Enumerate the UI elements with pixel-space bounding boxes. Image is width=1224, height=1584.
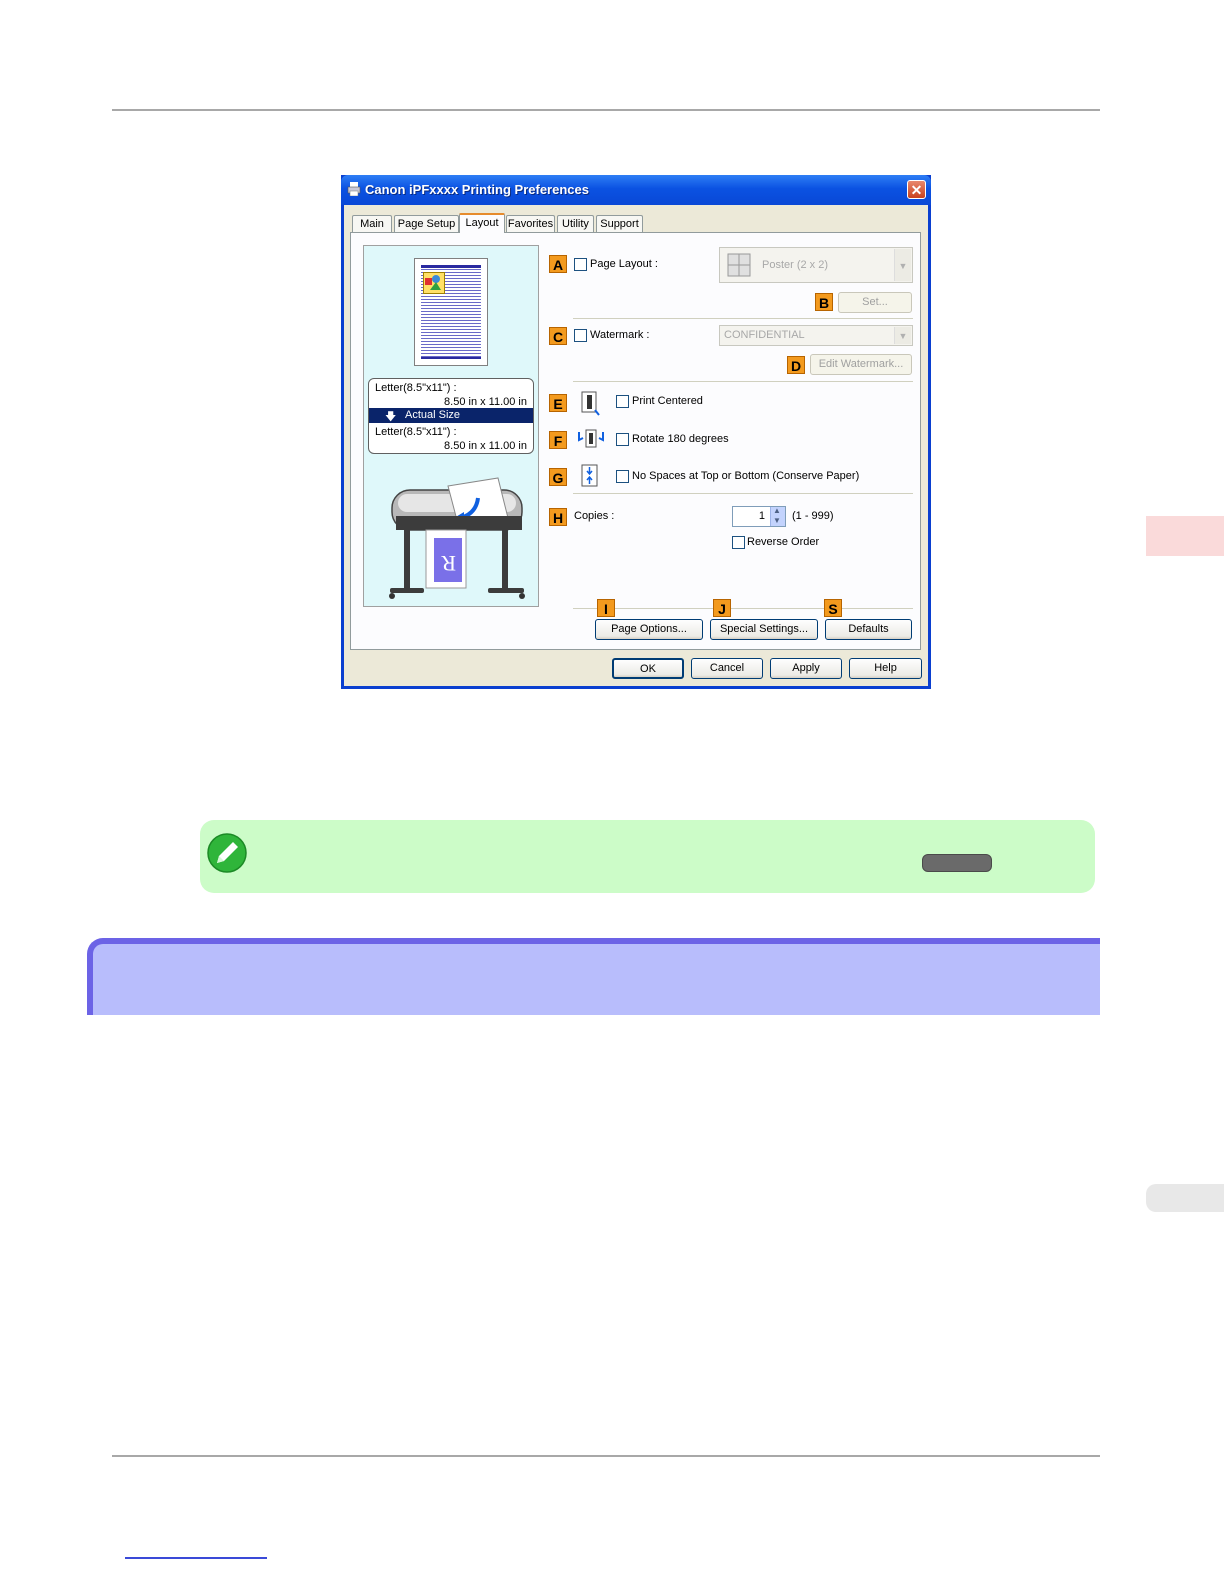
title-bar[interactable]: Canon iPFxxxx Printing Preferences ✕ [341, 175, 931, 205]
shapes-icon [425, 275, 441, 290]
no-spaces-label: No Spaces at Top or Bottom (Conserve Pap… [632, 470, 860, 482]
paper-preview [414, 258, 488, 366]
chevron-down-icon: ▼ [894, 249, 911, 281]
badge-g: G [549, 468, 567, 486]
footer-link[interactable] [125, 1557, 267, 1559]
print-centered-label: Print Centered [632, 395, 703, 407]
page-layout-label: Page Layout : [590, 258, 658, 270]
copies-spinner[interactable]: 1 ▲ ▼ [732, 506, 786, 527]
index-side-tab[interactable] [1146, 1184, 1224, 1212]
page-layout-value: Poster (2 x 2) [762, 259, 829, 271]
print-centered-icon [581, 391, 600, 416]
separator [573, 381, 913, 382]
watermark-value: CONFIDENTIAL [724, 329, 805, 341]
separator [573, 318, 913, 319]
edit-watermark-button[interactable]: Edit Watermark... [810, 354, 912, 375]
tab-main[interactable]: Main [352, 215, 392, 232]
special-settings-button[interactable]: Special Settings... [710, 619, 818, 640]
paper-top-bar [421, 265, 481, 268]
reverse-order-checkbox[interactable] [732, 536, 745, 549]
reverse-order-label: Reverse Order [747, 536, 820, 548]
chapter-side-tab[interactable] [1146, 516, 1224, 556]
input-size-value: 8.50 in x 11.00 in [444, 396, 527, 408]
printer-icon [347, 182, 361, 196]
rotate-180-checkbox[interactable] [616, 433, 629, 446]
badge-e: E [549, 394, 567, 412]
badge-c: C [549, 327, 567, 345]
ok-button[interactable]: OK [612, 658, 684, 679]
badge-s: S [824, 599, 842, 617]
layout-tab-panel: Letter(8.5"x11") : 8.50 in x 11.00 in 🡇 … [350, 232, 921, 650]
set-button[interactable]: Set... [838, 292, 912, 313]
badge-h: H [549, 508, 567, 526]
svg-text:R: R [441, 551, 456, 576]
watermark-select[interactable]: CONFIDENTIAL ▼ [719, 325, 913, 346]
watermark-checkbox[interactable] [574, 329, 587, 342]
dialog-title: Canon iPFxxxx Printing Preferences [365, 182, 589, 197]
down-arrow-icon: 🡇 [385, 411, 397, 423]
badge-a: A [549, 255, 567, 273]
note-box [200, 820, 1095, 893]
close-icon: ✕ [910, 182, 923, 198]
separator [573, 608, 913, 609]
print-centered-checkbox[interactable] [616, 395, 629, 408]
defaults-button[interactable]: Defaults [825, 619, 912, 640]
separator [573, 493, 913, 494]
output-size-value: 8.50 in x 11.00 in [444, 440, 527, 452]
spin-down-icon[interactable]: ▼ [773, 516, 781, 525]
poster-layout-icon [727, 253, 751, 277]
badge-i: I [597, 599, 615, 617]
pencil-note-icon [207, 833, 247, 873]
section-heading-band [87, 938, 1100, 1015]
badge-f: F [549, 431, 567, 449]
copies-range: (1 - 999) [792, 510, 834, 522]
close-button[interactable]: ✕ [907, 180, 926, 199]
tab-layout[interactable]: Layout [459, 213, 505, 233]
cancel-button[interactable]: Cancel [691, 658, 763, 679]
footer-rule [112, 1455, 1100, 1457]
printing-preferences-dialog: Canon iPFxxxx Printing Preferences ✕ Mai… [341, 175, 931, 689]
page-options-button[interactable]: Page Options... [595, 619, 703, 640]
output-size-label: Letter(8.5"x11") : [375, 426, 457, 438]
preview-pane: Letter(8.5"x11") : 8.50 in x 11.00 in 🡇 … [363, 245, 539, 607]
badge-j: J [713, 599, 731, 617]
input-size-label: Letter(8.5"x11") : [375, 382, 457, 394]
header-rule [112, 109, 1100, 111]
rotate-180-label: Rotate 180 degrees [632, 433, 729, 445]
scaling-selected: 🡇 Actual Size [369, 408, 533, 423]
badge-d: D [787, 356, 805, 374]
paper-bottom-bar [421, 357, 481, 359]
page-layout-select[interactable]: Poster (2 x 2) ▼ [719, 247, 913, 283]
spinner-buttons[interactable]: ▲ ▼ [770, 506, 785, 526]
chevron-down-icon: ▼ [894, 327, 911, 344]
apply-button[interactable]: Apply [770, 658, 842, 679]
page-layout-checkbox[interactable] [574, 258, 587, 271]
watermark-label: Watermark : [590, 329, 650, 341]
reference-link-button[interactable] [922, 854, 992, 872]
copies-label: Copies : [574, 510, 615, 522]
copies-value: 1 [758, 510, 765, 522]
tab-page-setup[interactable]: Page Setup [394, 215, 459, 232]
paper-size-info: Letter(8.5"x11") : 8.50 in x 11.00 in 🡇 … [368, 378, 534, 454]
tab-favorites[interactable]: Favorites [506, 215, 555, 232]
help-button[interactable]: Help [849, 658, 922, 679]
tab-utility[interactable]: Utility [557, 215, 594, 232]
tab-support[interactable]: Support [596, 215, 643, 232]
preview-image-icon [423, 272, 445, 294]
badge-b: B [815, 293, 833, 311]
dialog-client: Main Page Setup Layout Favorites Utility… [344, 205, 928, 686]
conserve-paper-icon [581, 464, 598, 487]
no-spaces-checkbox[interactable] [616, 470, 629, 483]
printer-illustration-icon: R [389, 477, 525, 599]
spin-up-icon[interactable]: ▲ [773, 506, 781, 515]
scaling-label: Actual Size [405, 409, 461, 421]
rotate-icon [578, 429, 604, 448]
